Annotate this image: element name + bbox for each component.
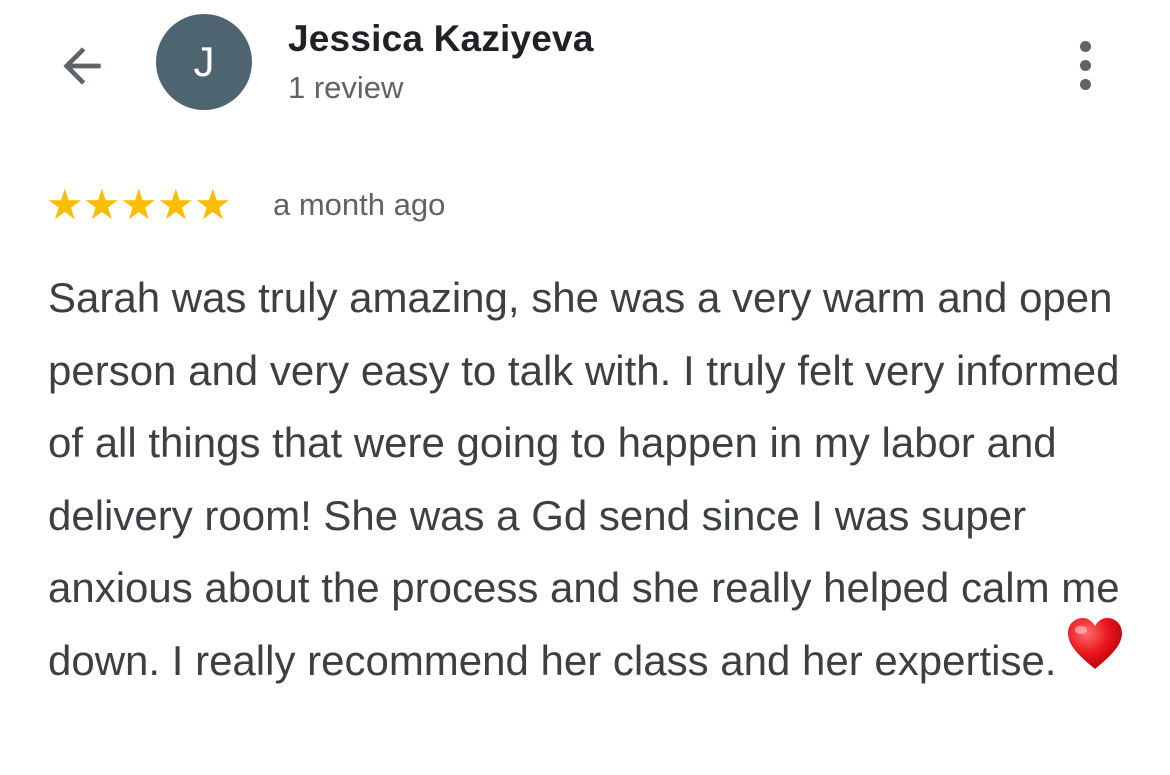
star-icon: ★ xyxy=(83,180,121,229)
more-vertical-icon-dot xyxy=(1079,59,1091,71)
review-count[interactable]: 1 review xyxy=(288,68,594,108)
avatar[interactable]: J xyxy=(156,14,252,110)
reviewer-name[interactable]: Jessica Kaziyeva xyxy=(288,18,594,60)
star-icon: ★ xyxy=(120,180,158,229)
star-icon: ★ xyxy=(157,180,195,229)
red-heart-icon xyxy=(1066,617,1124,694)
review-text: Sarah was truly amazing, she was a very … xyxy=(48,262,1138,702)
reviewer-header: J Jessica Kaziyeva 1 review xyxy=(0,0,1170,130)
more-options-button[interactable] xyxy=(1060,30,1110,100)
back-button[interactable] xyxy=(52,36,112,96)
more-vertical-icon xyxy=(1079,40,1091,52)
review-body: Sarah was truly amazing, she was a very … xyxy=(48,274,1120,684)
star-icon: ★ xyxy=(46,180,84,229)
more-vertical-icon-dot xyxy=(1079,78,1091,90)
reviewer-info: Jessica Kaziyeva 1 review xyxy=(288,18,594,108)
rating-row: ★ ★ ★ ★ ★ a month ago xyxy=(46,182,445,228)
star-rating: ★ ★ ★ ★ ★ xyxy=(46,180,232,229)
star-icon: ★ xyxy=(194,180,232,229)
avatar-initial: J xyxy=(193,38,215,85)
arrow-left-icon xyxy=(63,47,101,85)
review-date: a month ago xyxy=(273,187,446,222)
